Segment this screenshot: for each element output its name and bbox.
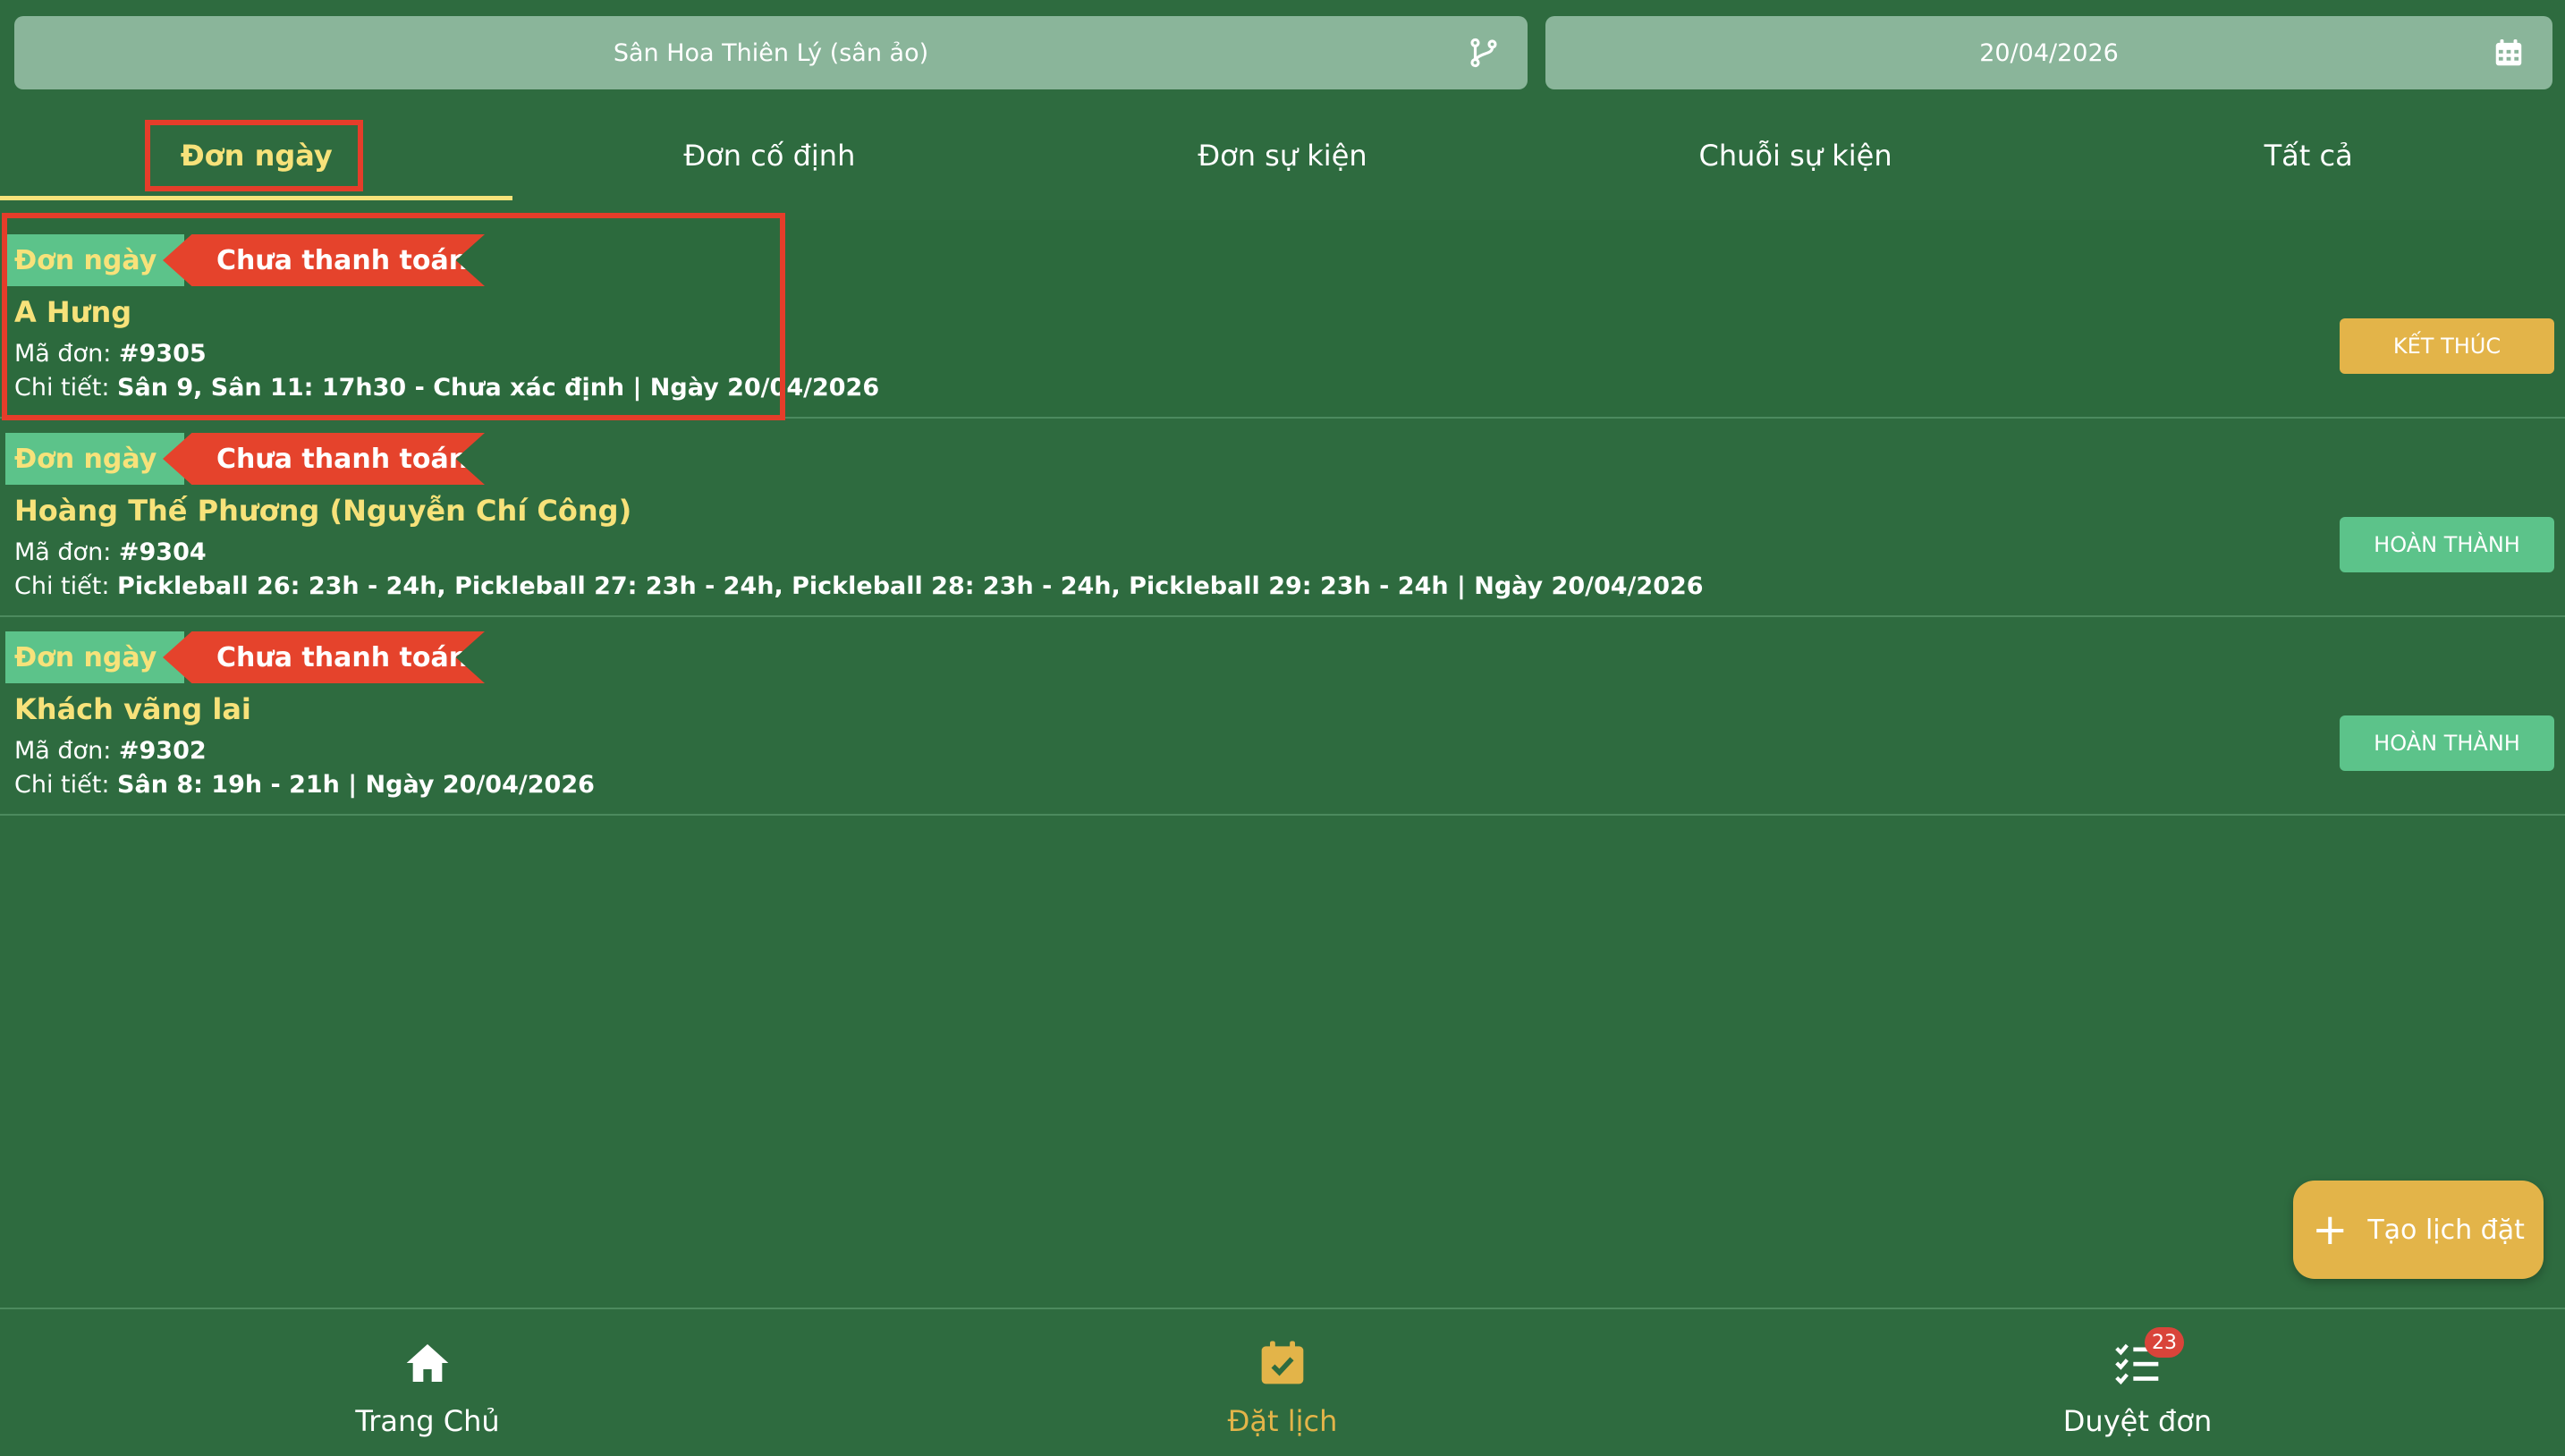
create-booking-label: Tạo lịch đặt [2367,1214,2525,1246]
tab-don-su-kien[interactable]: Đơn sự kiện [1026,111,1539,200]
branch-icon [1470,38,1497,68]
card-highlight-box [2,213,785,420]
order-detail-label: Chi tiết: [14,572,110,600]
court-selector[interactable]: Sân Hoa Thiên Lý (sân ảo) [14,16,1528,89]
order-type-tabs: Đơn ngày Đơn cố định Đơn sự kiện Chuỗi s… [0,111,2565,200]
order-detail-label: Chi tiết: [14,771,110,799]
home-icon [406,1344,449,1382]
checklist-icon-wrap: 23 [2112,1327,2184,1388]
date-selector[interactable]: 20/04/2026 [1545,16,2552,89]
order-card[interactable]: Đơn ngày Chưa thanh toán Khách vãng lai … [0,617,2565,816]
plus-icon: + [2312,1205,2349,1255]
order-detail-line: Chi tiết: Pickleball 26: 23h - 24h, Pick… [14,572,1704,600]
pending-count-badge: 23 [2145,1327,2184,1358]
nav-approve[interactable]: 23 Duyệt đơn [1710,1309,2565,1456]
date-selector-label: 20/04/2026 [1979,38,2119,67]
customer-name: Khách vãng lai [14,692,251,726]
order-type-badge: Đơn ngày [5,631,184,683]
finish-button[interactable]: KẾT THÚC [2340,318,2554,374]
payment-status-badge: Chưa thanh toán [163,631,485,683]
order-detail: Pickleball 26: 23h - 24h, Pickleball 27:… [117,572,1704,600]
order-number: #9304 [118,538,207,566]
order-badges: Đơn ngày Chưa thanh toán [0,631,501,683]
complete-button[interactable]: HOÀN THÀNH [2340,517,2554,572]
tab-highlight-box [145,120,363,191]
customer-name: Hoàng Thế Phương (Nguyễn Chí Công) [14,494,632,528]
create-booking-button[interactable]: + Tạo lịch đặt [2293,1181,2544,1279]
nav-approve-label: Duyệt đơn [2062,1404,2213,1438]
order-number-label: Mã đơn: [14,538,112,566]
order-number-label: Mã đơn: [14,737,112,765]
nav-home-label: Trang Chủ [355,1404,500,1438]
calendar-icon [2495,38,2522,66]
order-type-badge: Đơn ngày [5,433,184,485]
nav-booking[interactable]: Đặt lịch [855,1309,1710,1456]
tab-chuoi-su-kien[interactable]: Chuỗi sự kiện [1539,111,2053,200]
court-selector-label: Sân Hoa Thiên Lý (sân ảo) [613,38,929,67]
payment-status-badge: Chưa thanh toán [163,433,485,485]
order-detail: Sân 8: 19h - 21h | Ngày 20/04/2026 [117,771,595,799]
tab-don-co-dinh[interactable]: Đơn cố định [513,111,1027,200]
order-number: #9302 [118,737,207,765]
app-root: Sân Hoa Thiên Lý (sân ảo) 20/04/2026 Đơn… [0,0,2565,1456]
nav-home[interactable]: Trang Chủ [0,1309,855,1456]
order-card[interactable]: Đơn ngày Chưa thanh toán Hoàng Thế Phươn… [0,419,2565,617]
tab-tat-ca[interactable]: Tất cả [2052,111,2565,200]
order-detail-line: Chi tiết: Sân 8: 19h - 21h | Ngày 20/04/… [14,771,595,799]
nav-booking-label: Đặt lịch [1227,1404,1338,1438]
order-number-line: Mã đơn: #9302 [14,737,207,765]
order-badges: Đơn ngày Chưa thanh toán [0,433,501,485]
bottom-navigation: Trang Chủ Đặt lịch 23 Duyệt đơn [0,1308,2565,1456]
complete-button[interactable]: HOÀN THÀNH [2340,715,2554,771]
calendar-check-icon [1261,1341,1304,1384]
order-number-line: Mã đơn: #9304 [14,538,207,566]
